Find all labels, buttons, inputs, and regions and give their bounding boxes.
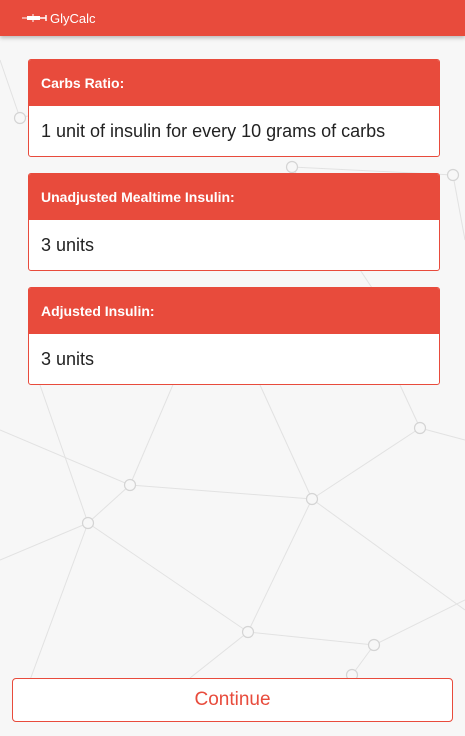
- app-bar: GlyCalc: [0, 0, 465, 36]
- card-header: Carbs Ratio:: [29, 60, 439, 106]
- card-value: 3 units: [41, 234, 95, 255]
- syringe-icon: [21, 8, 47, 28]
- card-header: Unadjusted Mealtime Insulin:: [29, 174, 439, 220]
- continue-button[interactable]: Continue: [12, 678, 453, 722]
- adjusted-insulin-card: Adjusted Insulin: 3 units: [28, 287, 440, 385]
- card-header: Adjusted Insulin:: [29, 288, 439, 334]
- app-title: GlyCalc: [50, 10, 96, 26]
- unadjusted-mealtime-insulin-card: Unadjusted Mealtime Insulin: 3 units: [28, 173, 440, 271]
- carbs-ratio-card: Carbs Ratio: 1 unit of insulin for every…: [28, 59, 440, 157]
- card-value: 3 units: [41, 348, 95, 369]
- card-value: 1 unit of insulin for every 10 grams of …: [41, 120, 386, 141]
